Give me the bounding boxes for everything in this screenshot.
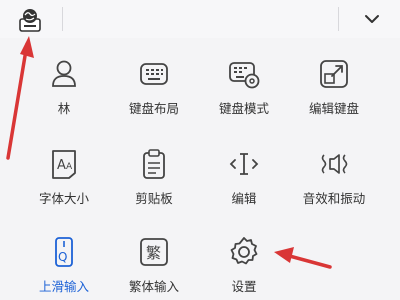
chevron-down-icon[interactable] xyxy=(360,8,384,30)
menu-item-settings[interactable]: 设置 xyxy=(198,234,290,296)
clipboard-icon xyxy=(136,146,172,182)
menu-item-label: 编辑键盘 xyxy=(308,101,359,116)
edit-keyboard-icon xyxy=(316,56,352,92)
user-icon xyxy=(46,56,82,92)
sound-vibration-icon xyxy=(316,146,352,182)
font-size-icon: A A xyxy=(46,146,82,182)
menu-item-label: 键盘模式 xyxy=(218,101,269,116)
menu-item-font-size[interactable]: A A 字体大小 xyxy=(18,146,110,208)
menu-item-label: 键盘布局 xyxy=(128,101,179,116)
menu-item-keyboard-layout[interactable]: 键盘布局 xyxy=(108,56,200,118)
text-cursor-icon xyxy=(226,146,262,182)
globe-keyboard-icon[interactable] xyxy=(16,5,44,33)
swipe-input-icon: Q xyxy=(46,234,82,270)
keyboard-toolbar xyxy=(0,0,400,38)
toolbar-divider xyxy=(62,7,63,31)
menu-item-keyboard-mode[interactable]: 键盘模式 xyxy=(198,56,290,118)
menu-item-label: 音效和振动 xyxy=(302,191,366,206)
menu-item-label: 字体大小 xyxy=(38,191,89,206)
menu-item-edit[interactable]: 编辑 xyxy=(198,146,290,208)
menu-item-label: 剪贴板 xyxy=(135,191,173,206)
svg-text:A: A xyxy=(66,162,73,172)
traditional-chinese-icon: 繁 xyxy=(136,234,172,270)
menu-item-label: 设置 xyxy=(231,279,257,294)
keyboard-layout-icon xyxy=(136,56,172,92)
menu-item-edit-keyboard[interactable]: 编辑键盘 xyxy=(288,56,380,118)
menu-item-swipe-input[interactable]: Q 上滑输入 xyxy=(18,234,110,296)
keyboard-settings-icon xyxy=(226,56,262,92)
menu-item-label: 林 xyxy=(57,101,71,116)
menu-item-sound-vibration[interactable]: 音效和振动 xyxy=(288,146,380,208)
menu-item-label: 繁体输入 xyxy=(128,279,179,294)
svg-text:Q: Q xyxy=(58,250,67,264)
svg-text:繁: 繁 xyxy=(146,244,161,262)
gear-icon xyxy=(226,234,262,270)
keyboard-menu-grid: 林 键盘布局 键盘模式 编辑键盘 A A 字体大小 剪贴板 编辑 音效和振动 Q… xyxy=(0,48,400,300)
toolbar-divider xyxy=(338,7,339,31)
menu-item-traditional-input[interactable]: 繁 繁体输入 xyxy=(108,234,200,296)
menu-item-clipboard[interactable]: 剪贴板 xyxy=(108,146,200,208)
menu-item-label: 上滑输入 xyxy=(38,279,89,294)
menu-item-user[interactable]: 林 xyxy=(18,56,110,118)
menu-item-label: 编辑 xyxy=(231,191,257,206)
svg-text:A: A xyxy=(57,158,66,173)
